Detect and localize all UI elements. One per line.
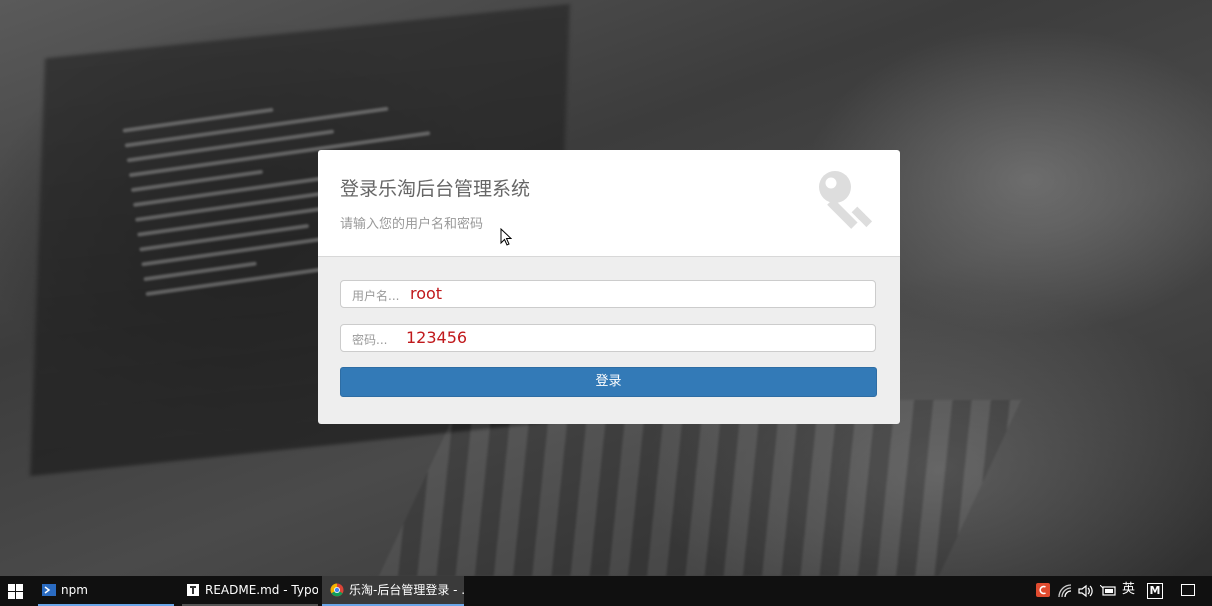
typora-icon: [187, 583, 199, 596]
taskbar-item-label: 乐淘-后台管理登录 - ...: [349, 583, 464, 597]
network-icon[interactable]: [1058, 584, 1072, 598]
powershell-icon: [42, 583, 56, 596]
ime-indicator[interactable]: 英: [1122, 576, 1135, 606]
login-panel-header: 登录乐淘后台管理系统 请输入您的用户名和密码: [318, 150, 900, 257]
taskbar-item-chrome[interactable]: 乐淘-后台管理登录 - ...: [322, 576, 464, 606]
mouse-cursor-icon: [500, 228, 512, 246]
security-app-icon[interactable]: [1036, 583, 1050, 597]
login-panel: 登录乐淘后台管理系统 请输入您的用户名和密码 用户名... root 密码...…: [318, 150, 900, 424]
login-button[interactable]: 登录: [340, 367, 877, 397]
chrome-icon: [330, 583, 344, 596]
taskbar: npm README.md - Typo... 乐淘-后台管理登录 - ...: [0, 576, 1212, 606]
notification-center-icon[interactable]: [1181, 584, 1195, 596]
username-input[interactable]: 用户名... root: [340, 280, 876, 308]
taskbar-item-label: npm: [61, 583, 88, 597]
password-placeholder: 密码...: [352, 333, 388, 347]
m-app-icon[interactable]: M: [1147, 583, 1163, 599]
battery-icon[interactable]: [1100, 585, 1116, 597]
username-placeholder: 用户名...: [352, 289, 400, 303]
password-value: 123456: [406, 328, 468, 347]
login-form: 用户名... root 密码... 123456 登录: [318, 257, 900, 424]
taskbar-item-npm[interactable]: npm: [38, 576, 174, 606]
key-icon: [819, 171, 873, 229]
username-value: root: [410, 284, 443, 303]
taskbar-item-readme[interactable]: README.md - Typo...: [182, 576, 318, 606]
volume-icon[interactable]: [1078, 584, 1094, 598]
taskbar-item-label: README.md - Typo...: [205, 583, 318, 597]
login-title: 登录乐淘后台管理系统: [340, 178, 531, 200]
windows-start-icon[interactable]: [8, 584, 23, 599]
password-input[interactable]: 密码... 123456: [340, 324, 876, 352]
login-subtitle: 请输入您的用户名和密码: [340, 217, 484, 232]
background-keyboard: [378, 400, 1022, 576]
